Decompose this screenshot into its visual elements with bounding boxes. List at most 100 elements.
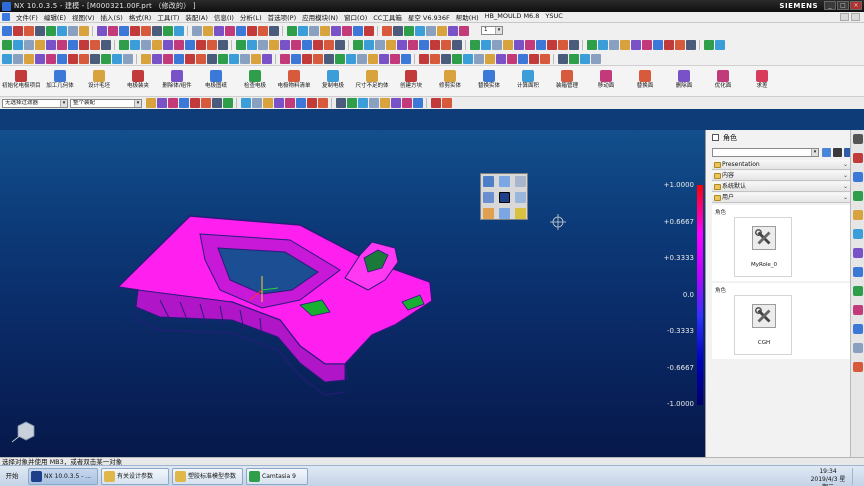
tb-row-1-tool-icon-38[interactable]: [448, 26, 458, 36]
tb-row-3-tool-icon-7[interactable]: [79, 54, 89, 64]
tb-row-1-tool-icon-7[interactable]: [79, 26, 89, 36]
resource-tab-icon-5[interactable]: [853, 229, 863, 239]
taskbar-task-1[interactable]: 有关设计参数: [101, 468, 169, 485]
role-card[interactable]: MyRole_0: [734, 217, 792, 277]
tb-row-3-tool-icon-42[interactable]: [485, 54, 495, 64]
role-card[interactable]: CGH: [734, 295, 792, 355]
resource-tab-icon-12[interactable]: [853, 362, 863, 372]
tb-row-2-tool-icon-45[interactable]: [525, 40, 535, 50]
ribbon-button-18[interactable]: 优化面: [704, 68, 742, 96]
tb-row-1-tool-icon-35[interactable]: [415, 26, 425, 36]
tb-row-3-tool-icon-48[interactable]: [558, 54, 568, 64]
tb-row-1-tool-icon-21[interactable]: [247, 26, 257, 36]
menu-item-10[interactable]: 应用模块(N): [299, 12, 341, 22]
tb-row-3-tool-icon-36[interactable]: [419, 54, 429, 64]
ribbon-button-10[interactable]: 创建方块: [392, 68, 430, 96]
selection-filter-combo[interactable]: 无选择过滤器 ▾: [2, 98, 68, 108]
ribbon-button-13[interactable]: 计算面积: [509, 68, 547, 96]
tb-row-2-tool-icon-5[interactable]: [57, 40, 67, 50]
tb-row-4-tool-icon-4[interactable]: [190, 98, 200, 108]
tb-row-4-tool-icon-23[interactable]: [413, 98, 423, 108]
tb-row-3-tool-icon-2[interactable]: [24, 54, 34, 64]
resource-tab-icon-4[interactable]: [853, 210, 863, 220]
taskbar-task-2[interactable]: 塑胶标准模型参数: [172, 468, 243, 485]
tb-row-4-tool-icon-3[interactable]: [179, 98, 189, 108]
ribbon-button-11[interactable]: 修剪实体: [431, 68, 469, 96]
ribbon-button-8[interactable]: 复制电极: [314, 68, 352, 96]
tb-row-2-tool-icon-28[interactable]: [324, 40, 334, 50]
tb-row-2-tool-icon-57[interactable]: [664, 40, 674, 50]
tb-row-2-tool-icon-16[interactable]: [185, 40, 195, 50]
ribbon-button-19[interactable]: 求差: [743, 68, 781, 96]
tb-row-3-tool-icon-4[interactable]: [46, 54, 56, 64]
tb-row-2-tool-icon-50[interactable]: [587, 40, 597, 50]
tb-row-1-tool-icon-5[interactable]: [57, 26, 67, 36]
menu-item-13[interactable]: 星空 V6.936F: [405, 12, 453, 22]
tb-row-1-tool-icon-18[interactable]: [214, 26, 224, 36]
tb-row-2-tool-icon-49[interactable]: [569, 40, 579, 50]
tb-row-2-tool-icon-36[interactable]: [419, 40, 429, 50]
tb-row-4-tool-icon-18[interactable]: [358, 98, 368, 108]
tb-row-1-tool-icon-15[interactable]: [174, 26, 184, 36]
tb-row-2-tool-icon-27[interactable]: [313, 40, 323, 50]
tb-row-4-tool-icon-24[interactable]: [431, 98, 441, 108]
tb-row-1-tool-icon-27[interactable]: [320, 26, 330, 36]
tb-row-4-tool-icon-7[interactable]: [223, 98, 233, 108]
taskbar-task-3[interactable]: Camtasia 9: [246, 468, 308, 485]
tb-row-1-tool-icon-11[interactable]: [130, 26, 140, 36]
tb-row-2-tool-icon-37[interactable]: [430, 40, 440, 50]
tb-row-2-tool-icon-23[interactable]: [269, 40, 279, 50]
resource-tab-icon-1[interactable]: [853, 153, 863, 163]
menu-item-7[interactable]: 信息(I): [211, 12, 237, 22]
tb-row-3-tool-icon-34[interactable]: [390, 54, 400, 64]
ribbon-button-6[interactable]: 检查电极: [236, 68, 274, 96]
tb-row-4-tool-icon-20[interactable]: [380, 98, 390, 108]
resource-tab-icon-10[interactable]: [853, 324, 863, 334]
tb-row-1-tool-icon-13[interactable]: [152, 26, 162, 36]
tb-row-3-tool-icon-22[interactable]: [251, 54, 261, 64]
tb-row-4-tool-icon-11[interactable]: [274, 98, 284, 108]
tb-row-4-tool-icon-1[interactable]: [157, 98, 167, 108]
tb-row-1-tool-icon-26[interactable]: [309, 26, 319, 36]
tb-row-4-tool-icon-0[interactable]: [146, 98, 156, 108]
tb-row-3-tool-icon-24[interactable]: [280, 54, 290, 64]
tb-row-2-tool-icon-52[interactable]: [609, 40, 619, 50]
tb-row-3-tool-icon-44[interactable]: [507, 54, 517, 64]
tb-row-4-tool-icon-22[interactable]: [402, 98, 412, 108]
tb-row-3-tool-icon-3[interactable]: [35, 54, 45, 64]
tb-row-1-tool-icon-29[interactable]: [342, 26, 352, 36]
tb-row-1-tool-icon-2[interactable]: [24, 26, 34, 36]
tb-row-3-tool-icon-37[interactable]: [430, 54, 440, 64]
tb-row-2-tool-icon-0[interactable]: [2, 40, 12, 50]
tb-row-2-tool-icon-31[interactable]: [364, 40, 374, 50]
tb-row-1-tool-icon-31[interactable]: [364, 26, 374, 36]
tb-row-1-tool-icon-16[interactable]: [192, 26, 202, 36]
tb-row-2-tool-icon-41[interactable]: [481, 40, 491, 50]
tb-row-1-tool-icon-6[interactable]: [68, 26, 78, 36]
tb-row-4-tool-icon-6[interactable]: [212, 98, 222, 108]
tb-row-3-tool-icon-16[interactable]: [185, 54, 195, 64]
tb-row-2-tool-icon-10[interactable]: [119, 40, 129, 50]
resource-tab-icon-6[interactable]: [853, 248, 863, 258]
tb-row-1-tool-icon-20[interactable]: [236, 26, 246, 36]
tb-row-2-tool-icon-12[interactable]: [141, 40, 151, 50]
tb-row-3-tool-icon-17[interactable]: [196, 54, 206, 64]
tb-row-1-tool-icon-17[interactable]: [203, 26, 213, 36]
menu-item-12[interactable]: CC工具箱: [370, 12, 405, 22]
tb-row-2-tool-icon-39[interactable]: [452, 40, 462, 50]
view-palette[interactable]: [480, 173, 528, 220]
tb-row-2-tool-icon-53[interactable]: [620, 40, 630, 50]
tb-row-3-tool-icon-11[interactable]: [123, 54, 133, 64]
resource-tab-icon-8[interactable]: [853, 286, 863, 296]
tb-row-2-tool-icon-54[interactable]: [631, 40, 641, 50]
tb-row-3-tool-icon-9[interactable]: [101, 54, 111, 64]
ribbon-button-14[interactable]: 装箱管理: [548, 68, 586, 96]
menu-item-2[interactable]: 视图(V): [69, 12, 98, 22]
tb-row-1-tool-icon-28[interactable]: [331, 26, 341, 36]
view-trimetric-icon[interactable]: [483, 176, 494, 187]
tb-row-3-tool-icon-39[interactable]: [452, 54, 462, 64]
tb-row-3-tool-icon-35[interactable]: [401, 54, 411, 64]
tb-row-3-tool-icon-43[interactable]: [496, 54, 506, 64]
resource-tab-icon-3[interactable]: [853, 191, 863, 201]
tb-row-1-tool-icon-1[interactable]: [13, 26, 23, 36]
